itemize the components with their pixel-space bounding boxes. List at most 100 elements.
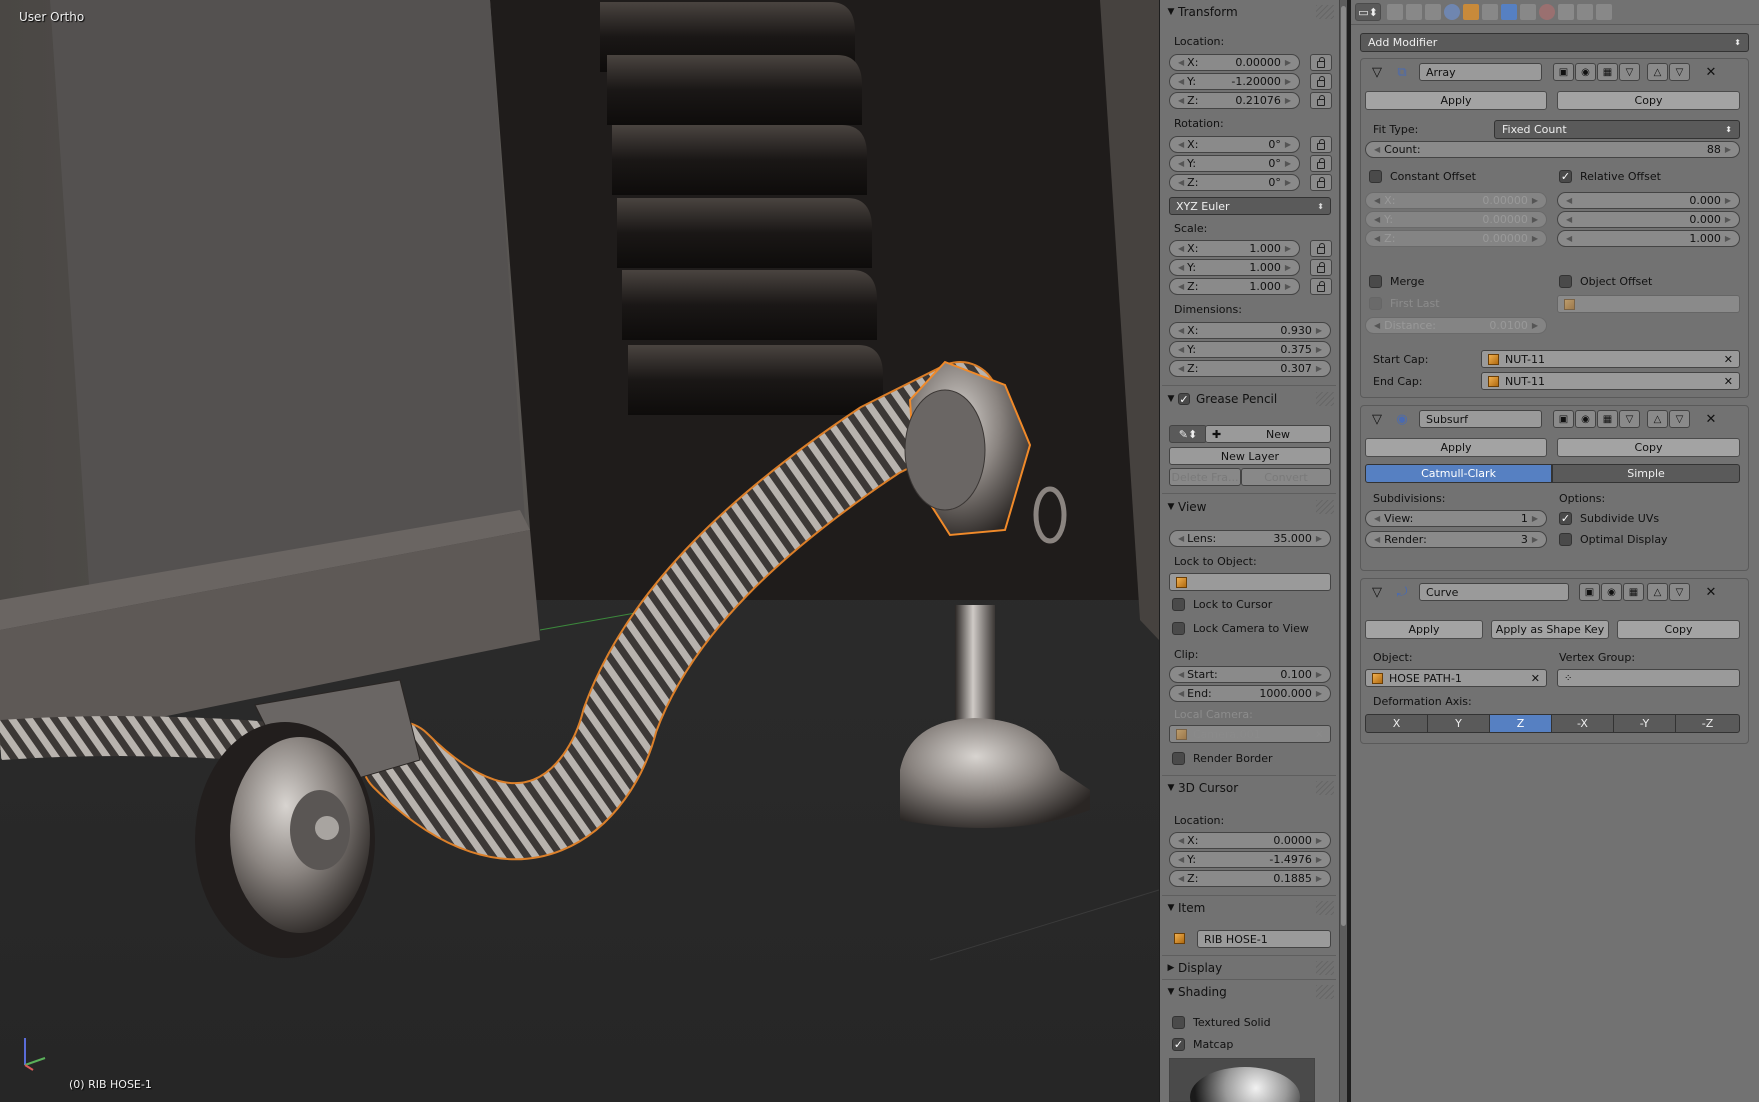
curve-copy-button[interactable]: Copy bbox=[1617, 620, 1740, 639]
lock-rotation-x-icon[interactable] bbox=[1310, 136, 1332, 153]
cage-toggle-icon[interactable]: ▽ bbox=[1619, 410, 1640, 428]
viewport-eye-icon[interactable]: ◉ bbox=[1575, 63, 1596, 81]
curve-object-field[interactable]: HOSE PATH-1 ✕ bbox=[1365, 669, 1547, 687]
move-up-icon[interactable]: △ bbox=[1647, 410, 1668, 428]
lens-field[interactable]: ◀ Lens: 35.000 ▶ bbox=[1169, 530, 1331, 547]
render-layers-tab-icon[interactable] bbox=[1406, 4, 1422, 20]
merge-checkbox[interactable]: Merge bbox=[1369, 275, 1424, 288]
object-tab-icon[interactable] bbox=[1463, 4, 1479, 20]
move-down-icon[interactable]: ▽ bbox=[1669, 410, 1690, 428]
drag-grip-icon[interactable] bbox=[1316, 781, 1334, 795]
dimensions-y-field[interactable]: ◀ Y: 0.375 ▶ bbox=[1169, 341, 1331, 358]
constant-offset-checkbox[interactable]: Constant Offset bbox=[1369, 170, 1476, 183]
move-down-icon[interactable]: ▽ bbox=[1669, 583, 1690, 601]
rotation-mode-select[interactable]: XYZ Euler ⬍ bbox=[1169, 197, 1331, 215]
scrollbar-thumb[interactable] bbox=[1341, 6, 1346, 926]
scale-y-field[interactable]: ◀ Y: 1.000 ▶ bbox=[1169, 259, 1300, 276]
location-x-field[interactable]: ◀ X: 0.00000 ▶ bbox=[1169, 54, 1300, 71]
relative-offset-z-field[interactable]: ◀ 1.000 ▶ bbox=[1557, 230, 1740, 247]
grease-pencil-checkbox[interactable]: ✓ bbox=[1178, 393, 1190, 405]
curve-name-field[interactable]: Curve bbox=[1419, 583, 1569, 601]
subsurf-name-field[interactable]: Subsurf bbox=[1419, 410, 1542, 428]
view-panel-header[interactable]: ▼ View bbox=[1164, 498, 1334, 516]
new-layer-button[interactable]: New Layer bbox=[1169, 447, 1331, 465]
end-cap-field[interactable]: NUT-11 ✕ bbox=[1481, 372, 1740, 390]
subsurf-render-levels-field[interactable]: ◀ Render: 3 ▶ bbox=[1365, 531, 1547, 548]
matcap-preview[interactable] bbox=[1169, 1058, 1315, 1102]
cage-toggle-icon[interactable]: ▽ bbox=[1619, 63, 1640, 81]
deform-axis-neg-x[interactable]: -X bbox=[1551, 714, 1614, 733]
deform-axis-z[interactable]: Z bbox=[1489, 714, 1552, 733]
textured-solid-checkbox[interactable]: Textured Solid bbox=[1172, 1016, 1271, 1029]
convert-button[interactable]: Convert bbox=[1241, 468, 1331, 486]
viewport-eye-icon[interactable]: ◉ bbox=[1601, 583, 1622, 601]
texture-tab-icon[interactable] bbox=[1558, 4, 1574, 20]
remove-modifier-close-icon[interactable]: ✕ bbox=[1701, 63, 1721, 81]
render-toggle-icon[interactable]: ▣ bbox=[1553, 410, 1574, 428]
location-y-field[interactable]: ◀ Y: -1.20000 ▶ bbox=[1169, 73, 1300, 90]
rotation-y-field[interactable]: ◀ Y: 0° ▶ bbox=[1169, 155, 1300, 172]
curve-apply-shape-key-button[interactable]: Apply as Shape Key bbox=[1491, 620, 1609, 639]
constant-offset-z-field[interactable]: ◀ Z: 0.00000 ▶ bbox=[1365, 230, 1547, 247]
cursor-y-field[interactable]: ◀ Y: -1.4976 ▶ bbox=[1169, 851, 1331, 868]
physics-tab-icon[interactable] bbox=[1596, 4, 1612, 20]
curve-apply-button[interactable]: Apply bbox=[1365, 620, 1483, 639]
lock-location-z-icon[interactable] bbox=[1310, 92, 1332, 109]
render-tab-icon[interactable] bbox=[1387, 4, 1403, 20]
deform-axis-neg-z[interactable]: -Z bbox=[1675, 714, 1740, 733]
subdivide-uvs-checkbox[interactable]: ✓ Subdivide UVs bbox=[1559, 512, 1659, 525]
lock-location-y-icon[interactable] bbox=[1310, 73, 1332, 90]
render-toggle-icon[interactable]: ▣ bbox=[1579, 583, 1600, 601]
drag-grip-icon[interactable] bbox=[1316, 500, 1334, 514]
move-down-icon[interactable]: ▽ bbox=[1669, 63, 1690, 81]
relative-offset-checkbox[interactable]: ✓ Relative Offset bbox=[1559, 170, 1661, 183]
delete-frame-button[interactable]: Delete Fra... bbox=[1169, 468, 1241, 486]
dimensions-z-field[interactable]: ◀ Z: 0.307 ▶ bbox=[1169, 360, 1331, 377]
lock-scale-y-icon[interactable] bbox=[1310, 259, 1332, 276]
item-name-field[interactable]: RIB HOSE-1 bbox=[1197, 930, 1331, 948]
material-tab-icon[interactable] bbox=[1539, 4, 1555, 20]
remove-modifier-close-icon[interactable]: ✕ bbox=[1701, 410, 1721, 428]
item-panel-header[interactable]: ▼ Item bbox=[1164, 899, 1334, 917]
viewport-eye-icon[interactable]: ◉ bbox=[1575, 410, 1596, 428]
lock-to-object-field[interactable] bbox=[1169, 573, 1331, 591]
subsurf-apply-button[interactable]: Apply bbox=[1365, 438, 1547, 457]
editmode-toggle-icon[interactable]: ▦ bbox=[1597, 410, 1618, 428]
3d-viewport[interactable]: User Ortho (0) RIB HOSE-1 bbox=[0, 0, 1159, 1102]
deform-axis-y[interactable]: Y bbox=[1427, 714, 1490, 733]
remove-modifier-close-icon[interactable]: ✕ bbox=[1701, 583, 1721, 601]
fit-type-select[interactable]: Fixed Count ⬍ bbox=[1494, 120, 1740, 139]
shading-panel-header[interactable]: ▼ Shading bbox=[1164, 983, 1334, 1001]
first-last-checkbox[interactable]: First Last bbox=[1369, 297, 1440, 310]
array-copy-button[interactable]: Copy bbox=[1557, 91, 1740, 110]
dimensions-x-field[interactable]: ◀ X: 0.930 ▶ bbox=[1169, 322, 1331, 339]
scale-x-field[interactable]: ◀ X: 1.000 ▶ bbox=[1169, 240, 1300, 257]
particles-tab-icon[interactable] bbox=[1577, 4, 1593, 20]
editor-type-icon[interactable]: ▭⬍ bbox=[1355, 3, 1381, 21]
constant-offset-x-field[interactable]: ◀ X: 0.00000 ▶ bbox=[1365, 192, 1547, 209]
pencil-datablock-icon[interactable]: ✎⬍ bbox=[1169, 425, 1207, 443]
drag-grip-icon[interactable] bbox=[1316, 961, 1334, 975]
location-z-field[interactable]: ◀ Z: 0.21076 ▶ bbox=[1169, 92, 1300, 109]
collapse-triangle-icon[interactable]: ▽ bbox=[1367, 583, 1387, 601]
array-name-field[interactable]: Array bbox=[1419, 63, 1542, 81]
relative-offset-y-field[interactable]: ◀ 0.000 ▶ bbox=[1557, 211, 1740, 228]
lock-location-x-icon[interactable] bbox=[1310, 54, 1332, 71]
cursor-z-field[interactable]: ◀ Z: 0.1885 ▶ bbox=[1169, 870, 1331, 887]
simple-option[interactable]: Simple bbox=[1552, 464, 1740, 483]
display-panel-header[interactable]: ▶ Display bbox=[1164, 959, 1334, 977]
editmode-toggle-icon[interactable]: ▦ bbox=[1623, 583, 1644, 601]
start-cap-field[interactable]: NUT-11 ✕ bbox=[1481, 350, 1740, 368]
render-border-checkbox[interactable]: Render Border bbox=[1172, 752, 1273, 765]
properties-editor[interactable]: ▭⬍ Add Modifier ⬍ ▽ ⧉ Array ▣ ◉ ▦ ▽ △ ▽ ✕… bbox=[1351, 0, 1759, 1102]
subsurf-view-levels-field[interactable]: ◀ View: 1 ▶ bbox=[1365, 510, 1547, 527]
collapse-triangle-icon[interactable]: ▽ bbox=[1367, 410, 1387, 428]
relative-offset-x-field[interactable]: ◀ 0.000 ▶ bbox=[1557, 192, 1740, 209]
catmull-clark-option[interactable]: Catmull-Clark bbox=[1365, 464, 1552, 483]
optimal-display-checkbox[interactable]: Optimal Display bbox=[1559, 533, 1668, 546]
move-up-icon[interactable]: △ bbox=[1647, 63, 1668, 81]
constant-offset-y-field[interactable]: ◀ Y: 0.00000 ▶ bbox=[1365, 211, 1547, 228]
drag-grip-icon[interactable] bbox=[1316, 985, 1334, 999]
modifiers-tab-icon[interactable] bbox=[1501, 4, 1517, 20]
add-modifier-select[interactable]: Add Modifier ⬍ bbox=[1360, 33, 1749, 52]
